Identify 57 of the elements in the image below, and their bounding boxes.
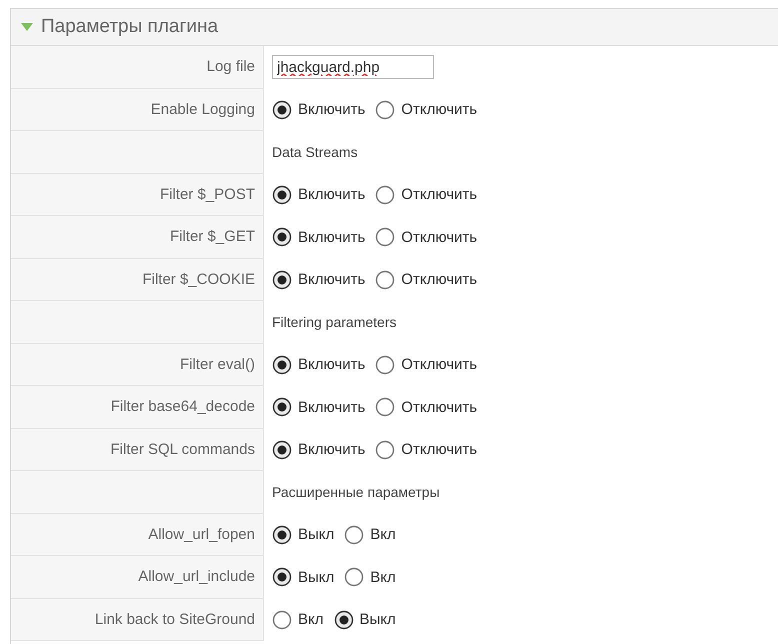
field-label: Link back to SiteGround [94, 610, 255, 628]
radio-button[interactable] [272, 227, 292, 248]
option-label[interactable]: Отключить [401, 398, 478, 416]
field-label: Allow_url_fopen [148, 526, 255, 543]
radio-button[interactable] [272, 354, 292, 375]
option-label[interactable]: Включить [298, 441, 366, 458]
radio-button[interactable] [272, 184, 292, 205]
radio-button[interactable] [375, 100, 396, 120]
radio-button[interactable] [375, 227, 396, 248]
panel-title: Параметры плагина [41, 16, 218, 38]
radio-button[interactable] [375, 397, 396, 418]
radio-button[interactable] [272, 524, 292, 545]
field-label: Enable Logging [150, 100, 255, 118]
radio-button[interactable] [375, 270, 396, 290]
radio-button[interactable] [272, 100, 292, 120]
option-label[interactable]: Включить [298, 398, 366, 416]
option-label[interactable]: Включить [298, 101, 366, 118]
option-label[interactable]: Включить [298, 228, 366, 246]
field-label: Log file [206, 58, 255, 76]
section-heading: Data Streams [272, 144, 358, 160]
option-label[interactable]: Выкл [360, 611, 396, 628]
option-label[interactable]: Отключить [401, 356, 478, 374]
section-heading: Filtering parameters [272, 314, 396, 330]
field-label: Filter $_COOKIE [142, 270, 255, 288]
option-label[interactable]: Отключить [401, 186, 478, 204]
input-field[interactable]: jhackguard.php [272, 55, 434, 80]
radio-button[interactable] [344, 524, 364, 545]
field-label: Filter base64_decode [110, 398, 255, 416]
field-label: Allow_url_include [138, 568, 255, 586]
option-label[interactable]: Вкл [370, 568, 396, 586]
option-label[interactable]: Отключить [401, 441, 478, 458]
radio-button[interactable] [344, 567, 364, 588]
radio-button[interactable] [272, 567, 292, 588]
radio-button[interactable] [272, 440, 292, 460]
radio-button[interactable] [375, 354, 396, 375]
radio-button[interactable] [375, 184, 396, 205]
radio-button[interactable] [272, 270, 292, 290]
radio-button[interactable] [272, 397, 292, 418]
option-label[interactable]: Включить [298, 186, 366, 204]
option-label[interactable]: Выкл [298, 526, 334, 544]
field-label: Filter eval() [180, 356, 255, 373]
option-label[interactable]: Вкл [298, 611, 324, 628]
radio-button[interactable] [334, 610, 354, 630]
option-label[interactable]: Включить [298, 271, 366, 288]
field-label: Filter $_POST [160, 186, 255, 203]
radio-button[interactable] [272, 610, 292, 630]
field-label: Filter $_GET [170, 228, 255, 246]
option-label[interactable]: Вкл [370, 526, 396, 544]
option-label[interactable]: Отключить [401, 271, 478, 288]
option-label[interactable]: Включить [298, 356, 366, 374]
option-label[interactable]: Выкл [298, 568, 334, 586]
radio-button[interactable] [375, 440, 396, 460]
option-label[interactable]: Отключить [401, 101, 478, 118]
panel-header[interactable]: Параметры плагина [11, 9, 778, 46]
field-label: Filter SQL commands [110, 440, 255, 458]
section-heading: Расширенные параметры [272, 484, 440, 500]
option-label[interactable]: Отключить [401, 228, 478, 246]
